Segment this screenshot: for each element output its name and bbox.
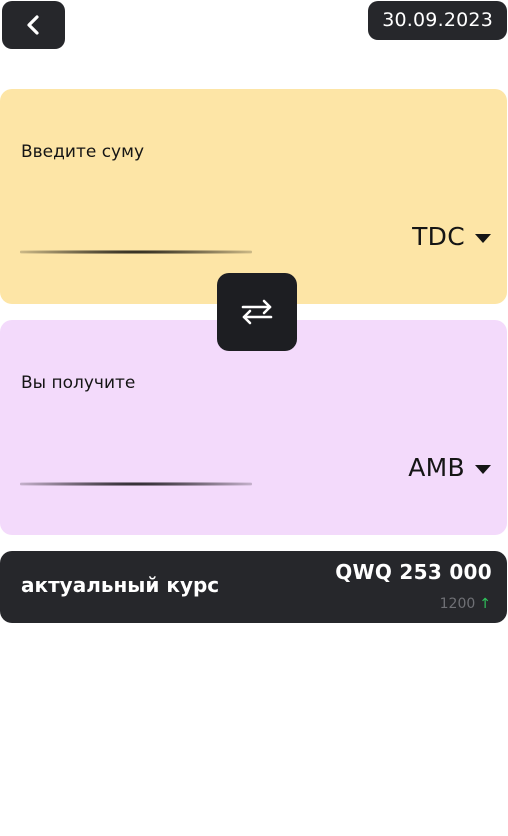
send-amount-underline	[20, 250, 252, 254]
rate-label: актуальный курс	[21, 573, 220, 597]
receive-amount-underline	[20, 482, 252, 486]
back-button[interactable]	[2, 1, 65, 49]
send-currency-code: TDC	[412, 222, 465, 251]
receive-amount-card: Вы получите AMB	[0, 320, 507, 535]
caret-down-icon	[475, 233, 491, 243]
swap-currencies-button[interactable]	[217, 273, 297, 351]
swap-arrows-icon	[241, 299, 273, 325]
receive-currency-dropdown[interactable]: AMB	[408, 453, 491, 482]
send-currency-dropdown[interactable]: TDC	[412, 222, 491, 251]
rate-change: 1200 ↑	[440, 596, 491, 612]
exchange-rate-bar: актуальный курс QWQ 253 000 1200 ↑	[0, 551, 507, 623]
arrow-up-icon: ↑	[479, 596, 491, 612]
rate-value: QWQ 253 000	[335, 560, 492, 584]
date-badge: 30.09.2023	[368, 1, 507, 40]
rate-change-value: 1200	[439, 596, 476, 612]
receive-amount-label: Вы получите	[21, 373, 136, 393]
caret-down-icon	[475, 464, 491, 474]
send-amount-card: Введите суму TDC	[0, 89, 507, 304]
chevron-left-icon	[26, 15, 39, 35]
receive-currency-code: AMB	[408, 453, 465, 482]
send-amount-label: Введите суму	[21, 142, 145, 162]
